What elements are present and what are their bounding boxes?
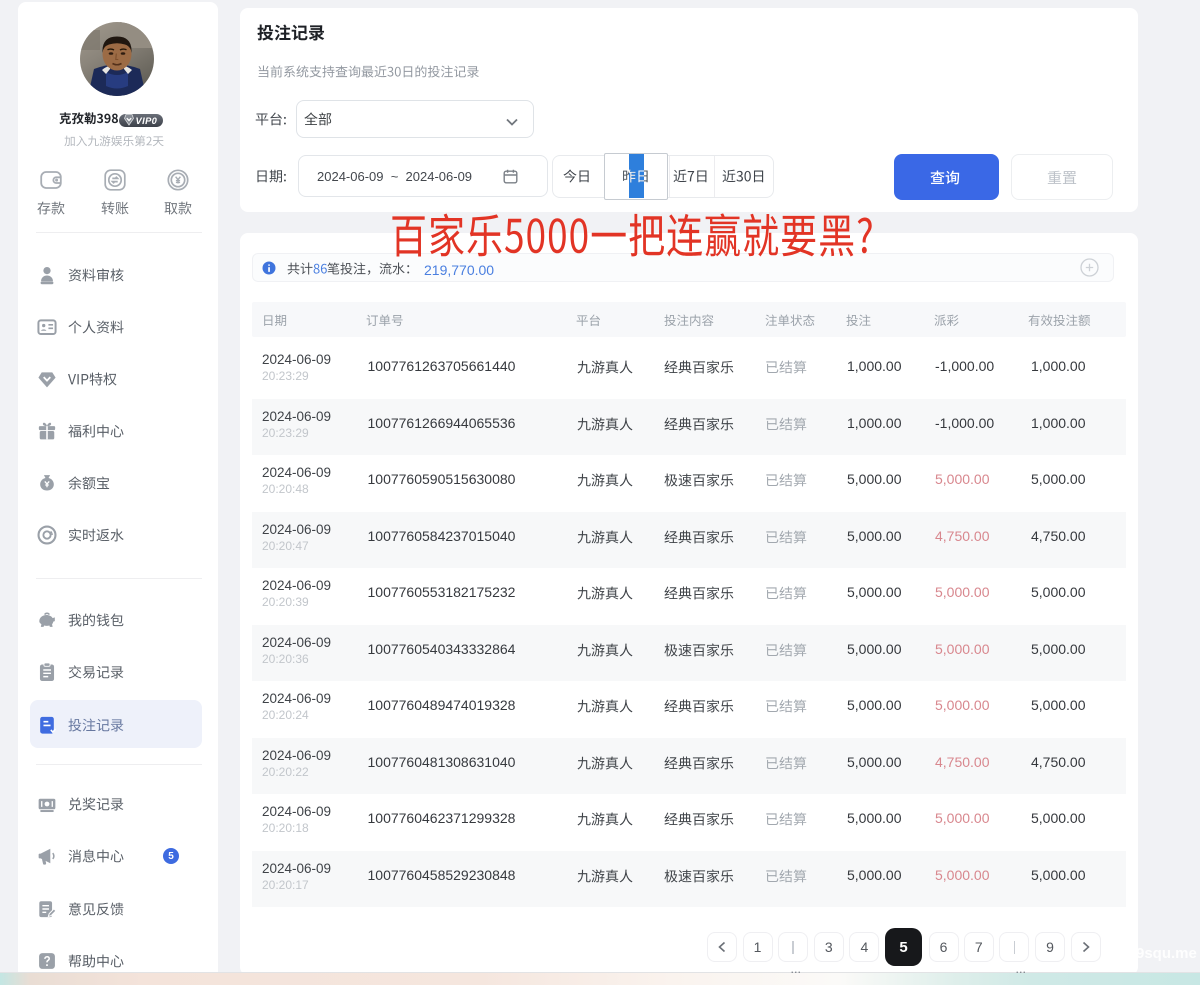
svg-text:VIP0: VIP0	[136, 115, 158, 125]
